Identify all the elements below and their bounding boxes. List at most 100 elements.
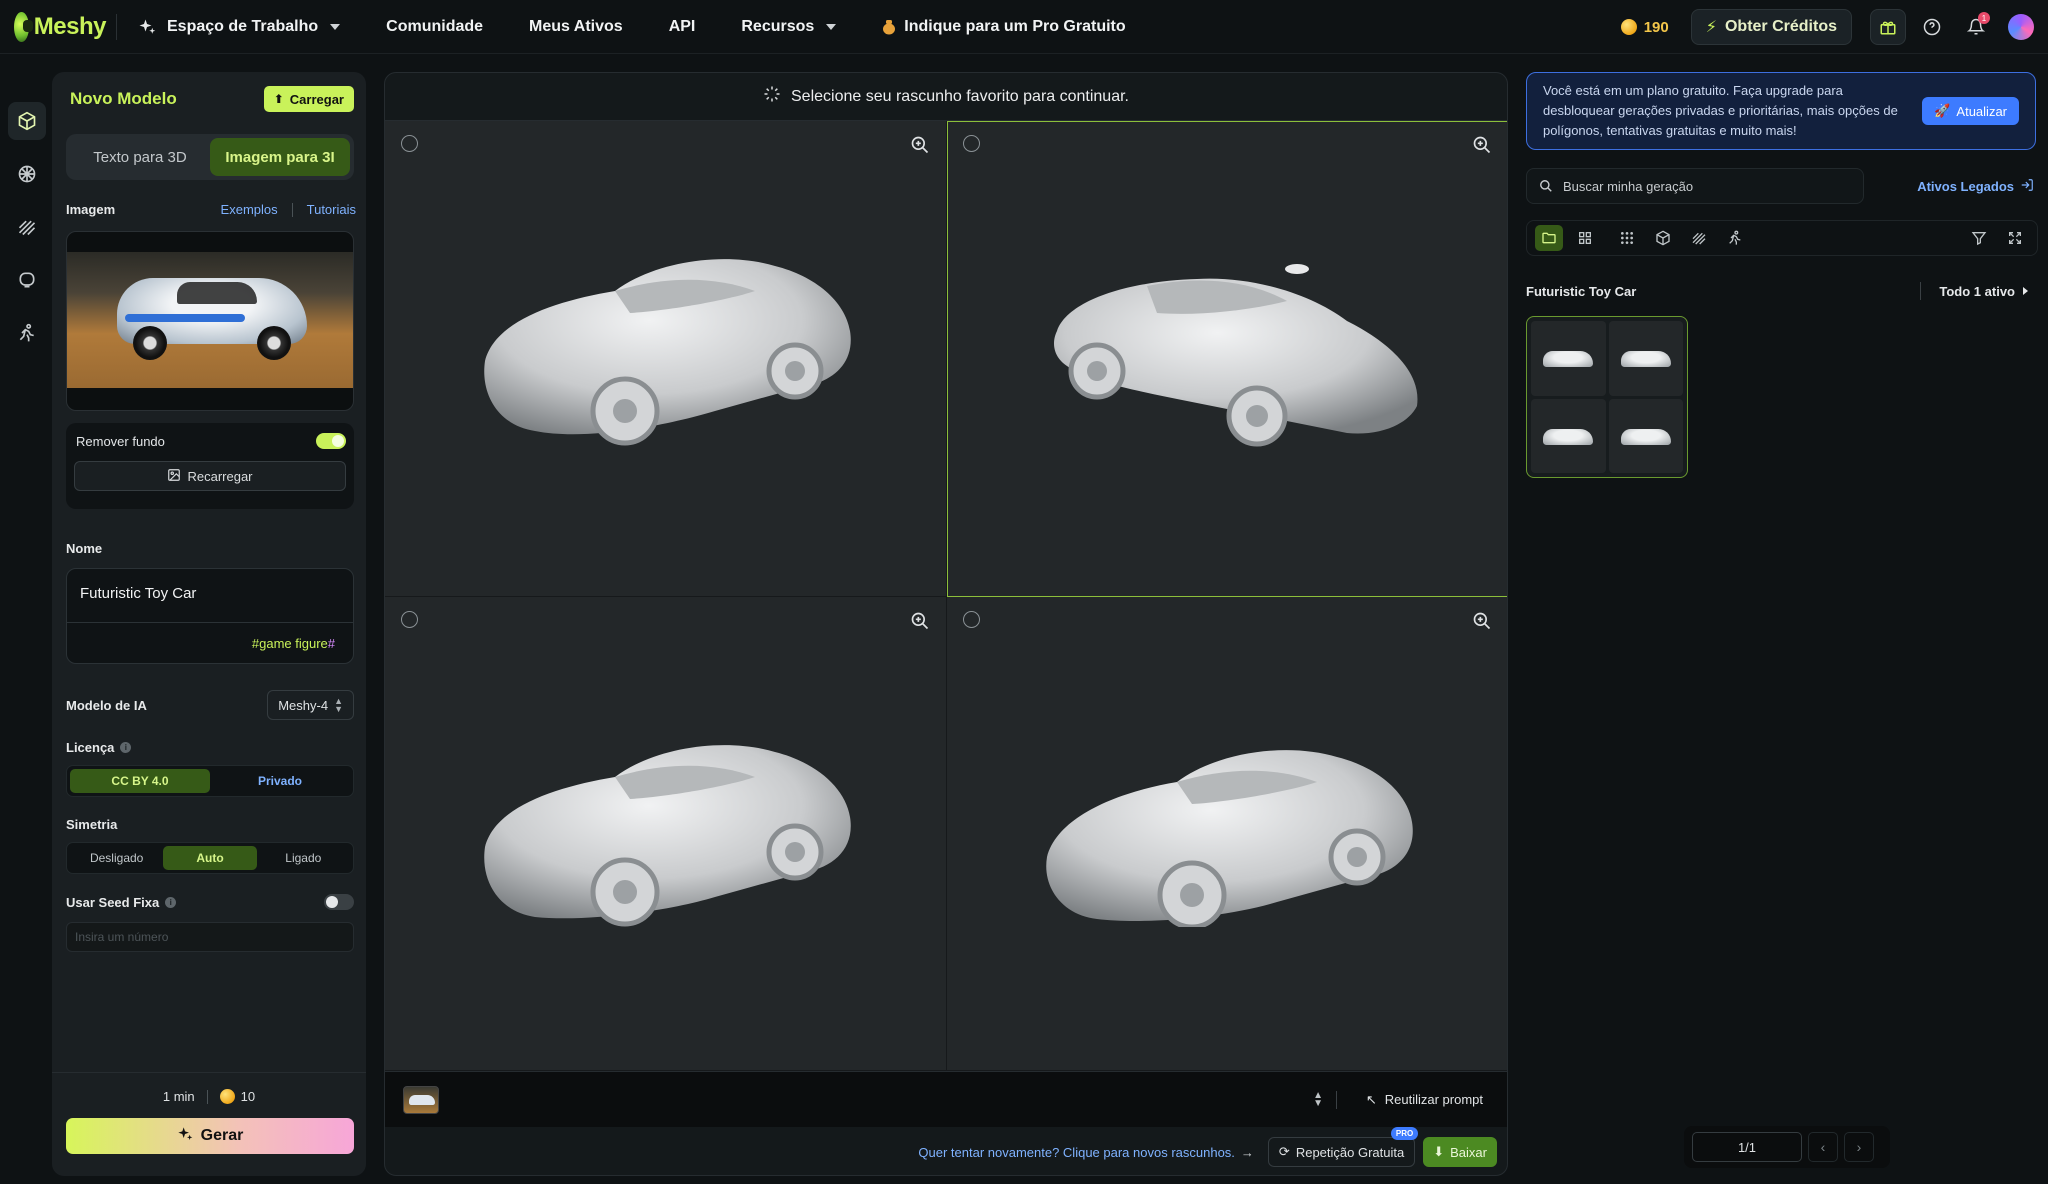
input-thumbnail[interactable] — [403, 1085, 439, 1114]
seed-label: Usar Seed Fixa — [66, 894, 160, 910]
zoom-in-icon[interactable] — [1472, 135, 1492, 155]
tag-hash: # — [327, 636, 335, 651]
seed-toggle[interactable] — [324, 894, 354, 910]
logo[interactable]: Meshy — [14, 11, 107, 42]
folder-view-button[interactable] — [1535, 225, 1563, 251]
license-cc-option[interactable]: CC BY 4.0 — [70, 769, 210, 793]
next-page-button[interactable]: › — [1844, 1132, 1874, 1162]
asset-count-link[interactable]: Todo 1 ativo — [1939, 284, 2015, 299]
symmetry-off-option[interactable]: Desligado — [70, 846, 163, 870]
filter-button[interactable] — [1965, 225, 1993, 251]
grid-view-button[interactable] — [1571, 225, 1599, 251]
download-label: Baixar — [1450, 1144, 1487, 1160]
gift-button[interactable] — [1870, 9, 1906, 45]
seed-input[interactable]: Insira um número — [66, 922, 354, 952]
nav-referral-label: Indique para um Pro Gratuito — [904, 17, 1126, 35]
symmetry-auto-option[interactable]: Auto — [163, 846, 257, 870]
generate-footer: 1 min 10 Gerar — [52, 1072, 366, 1176]
examples-link[interactable]: Exemplos — [221, 202, 278, 217]
draft-radio[interactable] — [401, 611, 418, 628]
uploaded-image[interactable] — [66, 231, 354, 411]
image-label: Imagem — [66, 202, 116, 217]
get-credits-label: Obter Créditos — [1724, 18, 1837, 35]
help-icon — [1923, 18, 1941, 36]
search-placeholder: Buscar minha geração — [1563, 178, 1694, 194]
animation-filter-button[interactable] — [1721, 225, 1749, 251]
tag-suggestion[interactable]: #game figure# — [252, 636, 335, 651]
texture-filter-button[interactable] — [1685, 225, 1713, 251]
rail-model-button[interactable] — [8, 102, 46, 140]
viewer-header: Selecione seu rascunho favorito para con… — [385, 73, 1507, 121]
assets-panel: Você está em um plano gratuito. Faça upg… — [1526, 72, 2038, 1176]
symmetry-on-option[interactable]: Ligado — [257, 846, 350, 870]
rail-animate-button[interactable] — [8, 314, 46, 352]
draft-cell-3[interactable] — [385, 597, 947, 1071]
get-credits-button[interactable]: ⚡ Obter Créditos — [1690, 9, 1852, 45]
rail-chat-button[interactable] — [8, 261, 46, 299]
help-button[interactable] — [1914, 9, 1950, 45]
tab-image-to-3d[interactable]: Imagem para 3I — [210, 138, 350, 176]
expand-button[interactable] — [2001, 225, 2029, 251]
reuse-prompt-button[interactable]: ↖ Reutilizar prompt — [1366, 1092, 1483, 1108]
info-icon[interactable]: i — [120, 742, 132, 753]
chevron-down-icon — [826, 23, 837, 30]
notifications-button[interactable]: 1 — [1958, 9, 1994, 45]
info-icon[interactable]: i — [165, 896, 177, 908]
draft-cell-4[interactable] — [947, 597, 1507, 1071]
draft-cell-1[interactable] — [385, 121, 947, 597]
zoom-in-icon[interactable] — [910, 135, 930, 155]
upgrade-text: Você está em um plano gratuito. Faça upg… — [1543, 83, 1898, 138]
upgrade-button[interactable]: 🚀 Atualizar — [1922, 97, 2019, 125]
nav-my-assets[interactable]: Meus Ativos — [529, 18, 623, 36]
nav-community[interactable]: Comunidade — [386, 18, 483, 36]
dots-view-button[interactable] — [1613, 225, 1641, 251]
tutorials-link[interactable]: Tutoriais — [307, 202, 356, 217]
top-nav: Meshy Espaço de Trabalho Comunidade Meus… — [0, 0, 2048, 54]
asset-thumbnail — [1608, 321, 1683, 396]
draft-radio[interactable] — [963, 611, 980, 628]
reload-button[interactable]: Recarregar — [74, 461, 346, 491]
nav-workspace[interactable]: Espaço de Trabalho — [137, 17, 341, 37]
rail-stripes-button[interactable] — [8, 208, 46, 246]
ai-model-select[interactable]: Meshy-4 ▲ ▼ — [267, 690, 354, 720]
reload-label: Recarregar — [187, 468, 253, 484]
car-model-draft — [484, 259, 851, 446]
rail-texture-button[interactable] — [8, 155, 46, 193]
prev-page-button[interactable]: ‹ — [1808, 1132, 1838, 1162]
draft-radio[interactable] — [963, 135, 980, 152]
free-retry-button[interactable]: ⟳ Repetição Gratuita PRO — [1267, 1127, 1419, 1167]
name-field[interactable]: Futuristic Toy Car #game figure# — [66, 568, 354, 664]
remove-bg-toggle[interactable] — [316, 433, 346, 449]
draft-cell-2[interactable] — [947, 121, 1507, 597]
license-toggle: CC BY 4.0 Privado — [66, 765, 354, 797]
asset-thumbnail — [1531, 398, 1606, 473]
tab-text-to-3d[interactable]: Texto para 3D — [70, 138, 210, 176]
upload-button[interactable]: ⬆ Carregar — [263, 86, 354, 112]
nav-resources[interactable]: Recursos — [741, 18, 837, 36]
arrow-up-left-icon: ↖ — [1365, 1091, 1377, 1107]
upgrade-banner: Você está em um plano gratuito. Faça upg… — [1526, 72, 2036, 150]
model-filter-button[interactable] — [1649, 225, 1677, 251]
zoom-in-icon[interactable] — [1472, 611, 1492, 631]
name-label: Nome — [66, 541, 103, 556]
run-icon — [1729, 230, 1741, 245]
draft-radio[interactable] — [401, 135, 418, 152]
generate-button[interactable]: Gerar — [66, 1118, 354, 1154]
nav-referral[interactable]: Indique para um Pro Gratuito — [882, 17, 1126, 37]
download-button[interactable]: ⬇ Baixar — [1423, 1137, 1497, 1167]
name-input[interactable]: Futuristic Toy Car — [67, 569, 353, 623]
chevron-updown-icon[interactable]: ▲ ▼ — [1313, 1090, 1323, 1108]
coin-icon — [219, 1089, 235, 1104]
background-options: Remover fundo Recarregar — [66, 423, 354, 509]
license-private-option[interactable]: Privado — [210, 769, 350, 793]
page-indicator[interactable]: 1/1 — [1692, 1132, 1802, 1162]
car-model-draft — [484, 745, 851, 927]
search-input[interactable]: Buscar minha geração — [1526, 168, 1864, 204]
nav-api[interactable]: API — [669, 18, 696, 36]
avatar[interactable] — [2008, 14, 2034, 40]
retry-link[interactable]: Quer tentar novamente? Clique para novos… — [918, 1145, 1254, 1160]
asset-card[interactable] — [1526, 316, 1688, 478]
legacy-assets-link[interactable]: Ativos Legados — [1917, 178, 2034, 195]
zoom-in-icon[interactable] — [910, 611, 930, 631]
asset-group-header: Futuristic Toy Car Todo 1 ativo — [1526, 282, 2038, 300]
